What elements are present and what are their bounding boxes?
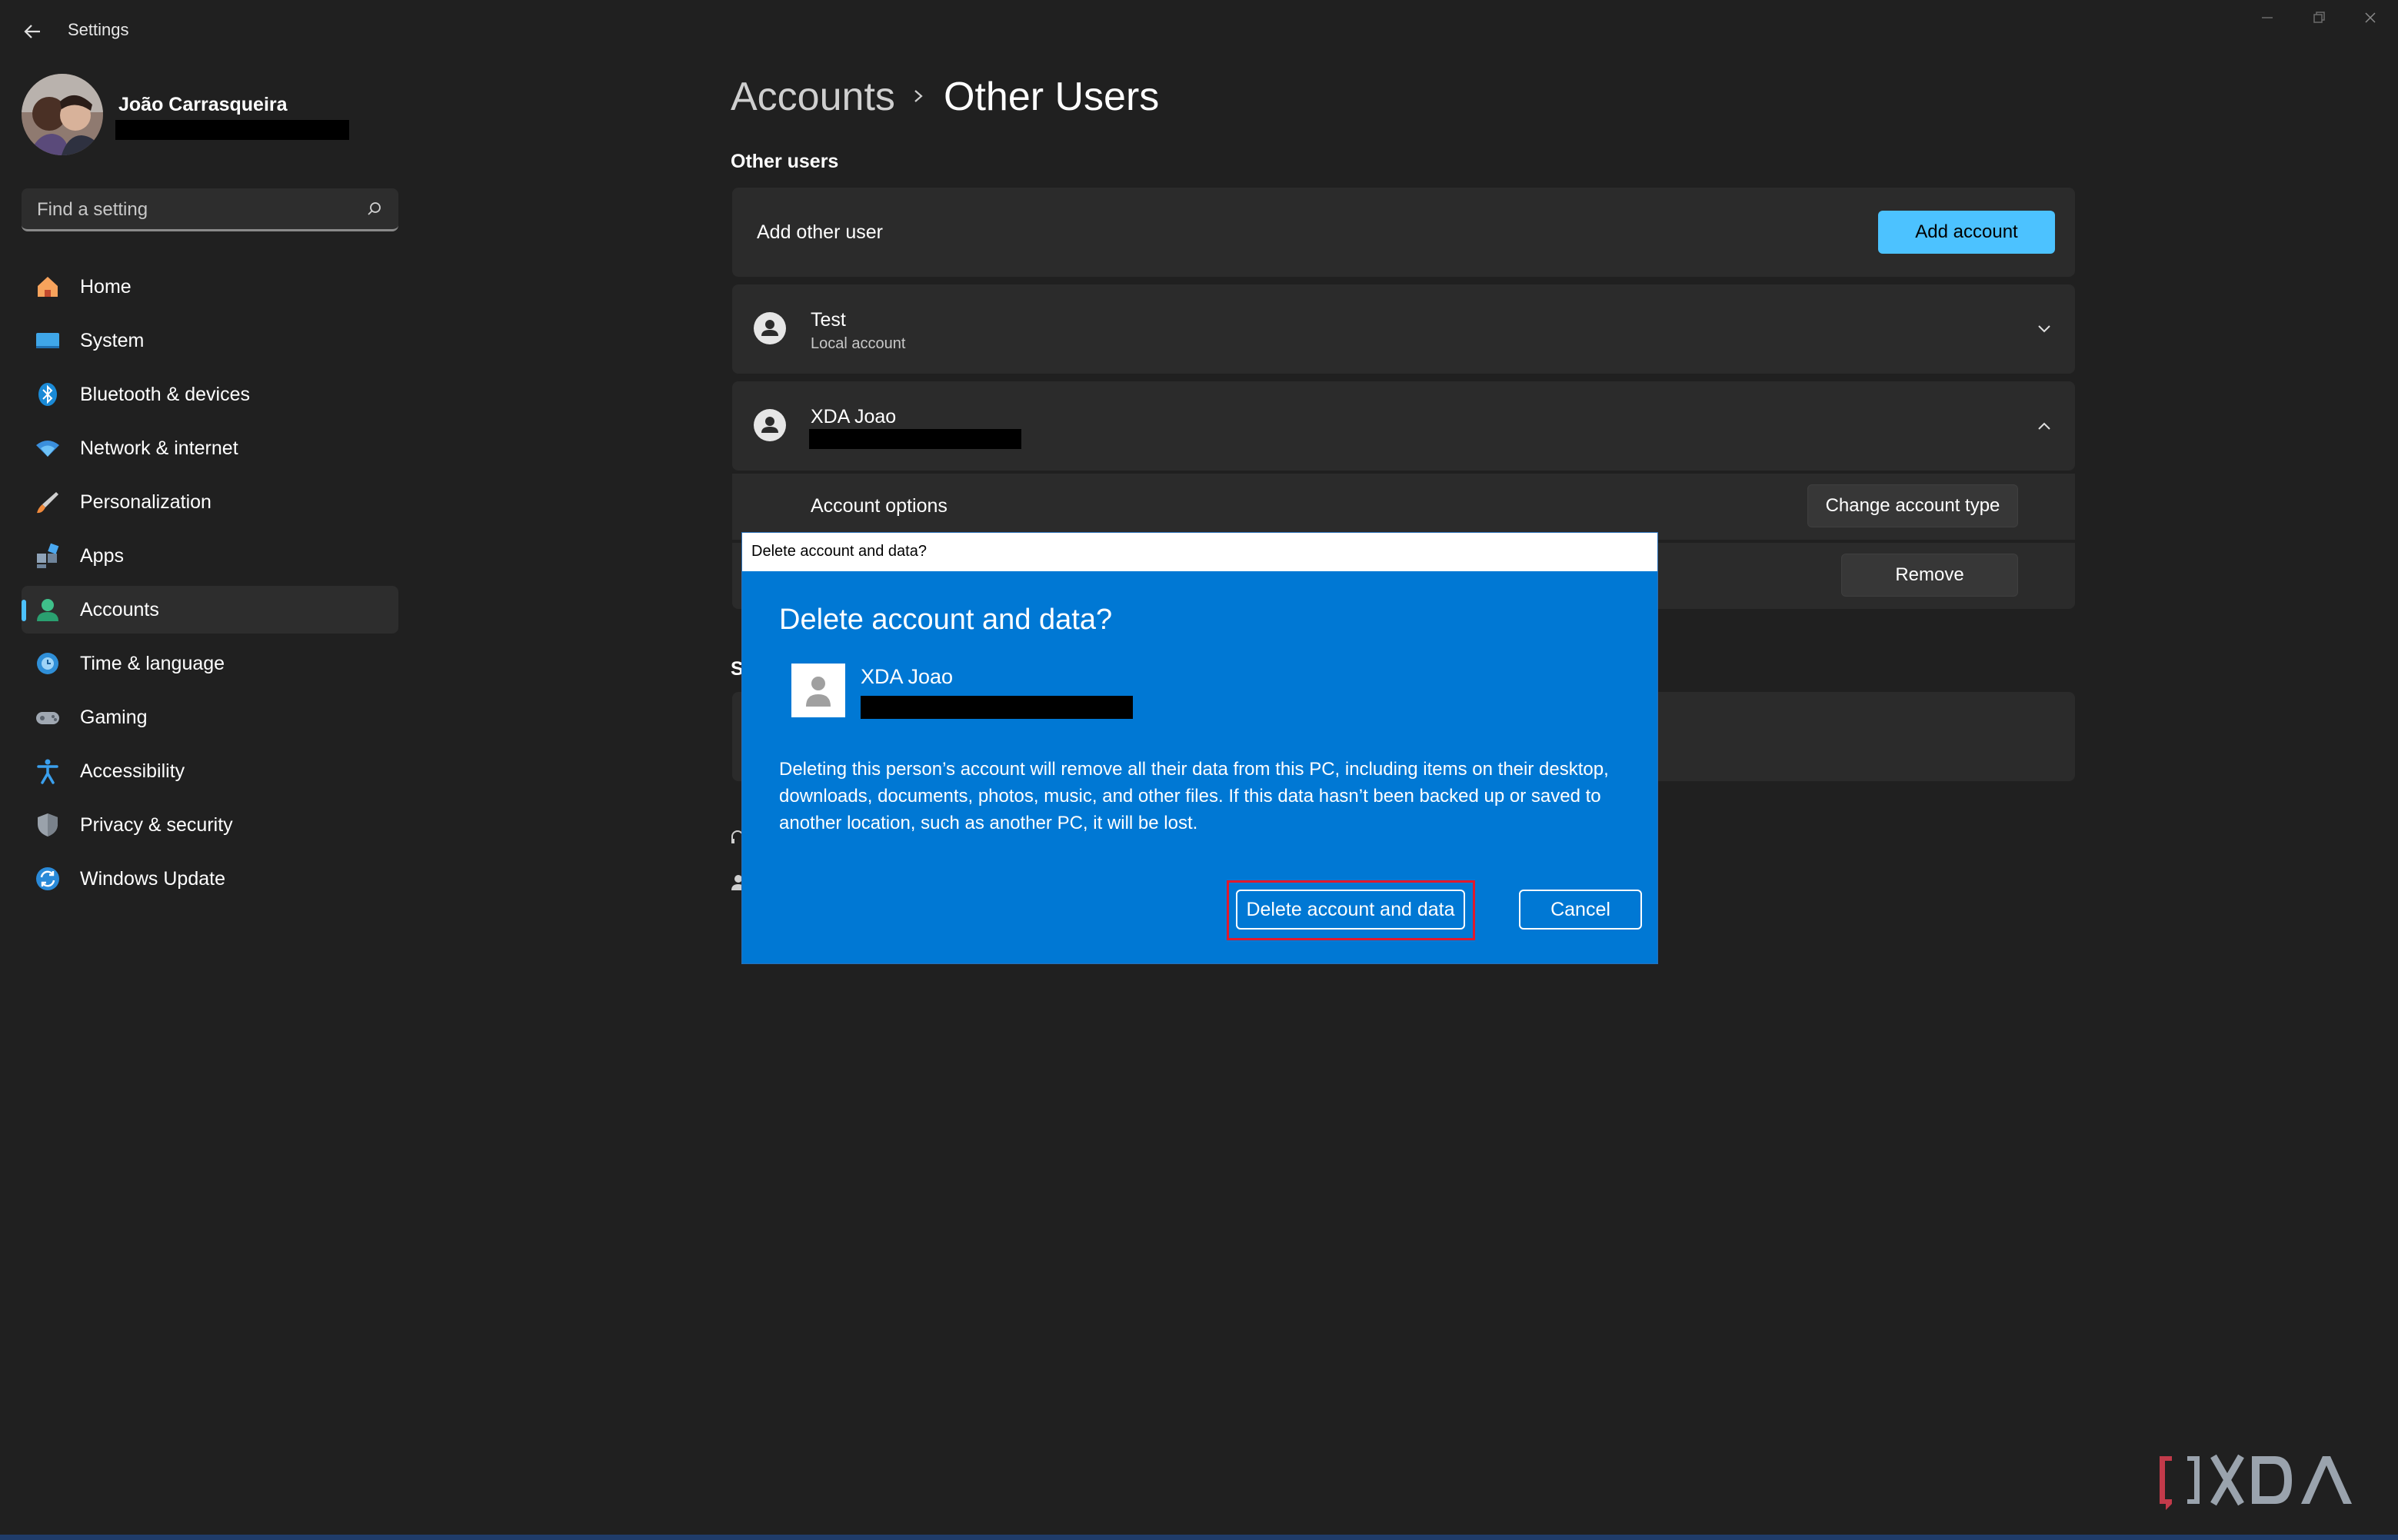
nav-item-accessibility[interactable]: Accessibility <box>22 747 398 795</box>
add-user-card: Add other user Add account <box>732 188 2075 277</box>
nav-item-personalization[interactable]: Personalization <box>22 478 398 526</box>
gamepad-icon <box>34 703 62 731</box>
window-title: Settings <box>68 20 129 39</box>
remove-button[interactable]: Remove <box>1841 554 2018 597</box>
nav-label: Privacy & security <box>80 813 233 836</box>
cancel-button[interactable]: Cancel <box>1519 890 1642 930</box>
avatar[interactable] <box>22 74 103 155</box>
xda-logo <box>2155 1445 2378 1518</box>
nav-item-privacy-security[interactable]: Privacy & security <box>22 801 398 849</box>
back-arrow-icon <box>24 25 40 38</box>
user-icon <box>754 312 786 344</box>
redacted-email <box>115 120 349 140</box>
delete-account-and-data-button[interactable]: Delete account and data <box>1236 890 1465 930</box>
chevron-up-icon[interactable] <box>2035 417 2053 435</box>
add-account-button[interactable]: Add account <box>1878 211 2055 254</box>
update-icon <box>34 865 62 893</box>
nav-label: Accessibility <box>80 760 185 782</box>
change-account-type-button[interactable]: Change account type <box>1807 484 2018 527</box>
page-title: Other Users <box>944 75 1160 119</box>
bluetooth-icon <box>34 381 62 408</box>
nav-item-bluetooth[interactable]: Bluetooth & devices <box>22 371 398 418</box>
nav-item-accounts[interactable]: Accounts <box>22 586 398 634</box>
nav-item-gaming[interactable]: Gaming <box>22 693 398 741</box>
user-row-xda-joao[interactable]: XDA Joao <box>732 381 2075 471</box>
nav-label: Bluetooth & devices <box>80 383 250 405</box>
apps-icon <box>34 542 62 570</box>
account-options-row: Account options Change account type <box>732 474 2075 540</box>
home-icon <box>34 273 62 301</box>
close-button[interactable] <box>2347 6 2393 29</box>
redacted-email <box>861 696 1133 719</box>
system-icon <box>34 327 62 354</box>
user-name: Test <box>811 309 846 331</box>
accounts-icon <box>34 596 62 624</box>
breadcrumb-parent[interactable]: Accounts <box>731 74 895 120</box>
nav-item-network[interactable]: Network & internet <box>22 424 398 472</box>
wifi-icon <box>34 434 62 462</box>
dialog-window-title: Delete account and data? <box>751 543 927 560</box>
nav-label: Home <box>80 275 132 298</box>
nav-label: Gaming <box>80 706 148 728</box>
nav-label: Windows Update <box>80 867 225 890</box>
nav-item-apps[interactable]: Apps <box>22 532 398 580</box>
redacted-email <box>809 429 1021 449</box>
search-box[interactable] <box>22 188 398 231</box>
account-options-label: Account options <box>811 495 948 517</box>
restore-button[interactable] <box>2296 6 2342 29</box>
nav-label: Time & language <box>80 652 225 674</box>
nav-item-system[interactable]: System <box>22 317 398 364</box>
user-subtitle: Local account <box>811 335 906 352</box>
minimize-icon <box>2262 17 2273 18</box>
user-placeholder-icon <box>806 677 831 707</box>
nav-label: Network & internet <box>80 437 238 459</box>
restore-icon <box>2313 12 2325 23</box>
dialog-user-avatar <box>791 664 845 717</box>
nav-item-time-language[interactable]: Time & language <box>22 640 398 687</box>
nav-label: Personalization <box>80 491 211 513</box>
nav-label: System <box>80 329 145 351</box>
section-title: Other users <box>731 151 839 172</box>
user-row-test[interactable]: Test Local account <box>732 284 2075 374</box>
search-input[interactable] <box>35 196 361 224</box>
dialog-titlebar: Delete account and data? <box>742 533 1657 571</box>
nav-label: Accounts <box>80 598 159 620</box>
bottom-strip <box>0 1535 2398 1540</box>
profile-photo <box>22 74 103 155</box>
globe-clock-icon <box>34 650 62 677</box>
shield-icon <box>34 811 62 839</box>
nav-item-windows-update[interactable]: Windows Update <box>22 855 398 903</box>
nav-label: Apps <box>80 544 124 567</box>
chevron-down-icon[interactable] <box>2035 320 2053 338</box>
search-icon <box>368 202 381 215</box>
breadcrumb-chevron-icon <box>909 85 928 108</box>
user-name: XDA Joao <box>811 406 897 427</box>
dialog-body: Deleting this person’s account will remo… <box>779 759 1609 833</box>
add-user-label: Add other user <box>757 221 883 243</box>
close-icon <box>2365 12 2376 23</box>
nav-item-home[interactable]: Home <box>22 263 398 311</box>
accessibility-icon <box>34 757 62 785</box>
dialog-heading: Delete account and data? <box>779 604 1113 636</box>
user-icon <box>754 409 786 441</box>
minimize-button[interactable] <box>2244 6 2290 29</box>
profile-name: João Carrasqueira <box>118 94 288 115</box>
delete-account-dialog: Delete account and data? Delete account … <box>741 532 1658 964</box>
brush-icon <box>34 488 62 516</box>
dialog-user-name: XDA Joao <box>861 665 954 688</box>
active-indicator <box>22 600 26 621</box>
back-button[interactable] <box>20 18 46 45</box>
